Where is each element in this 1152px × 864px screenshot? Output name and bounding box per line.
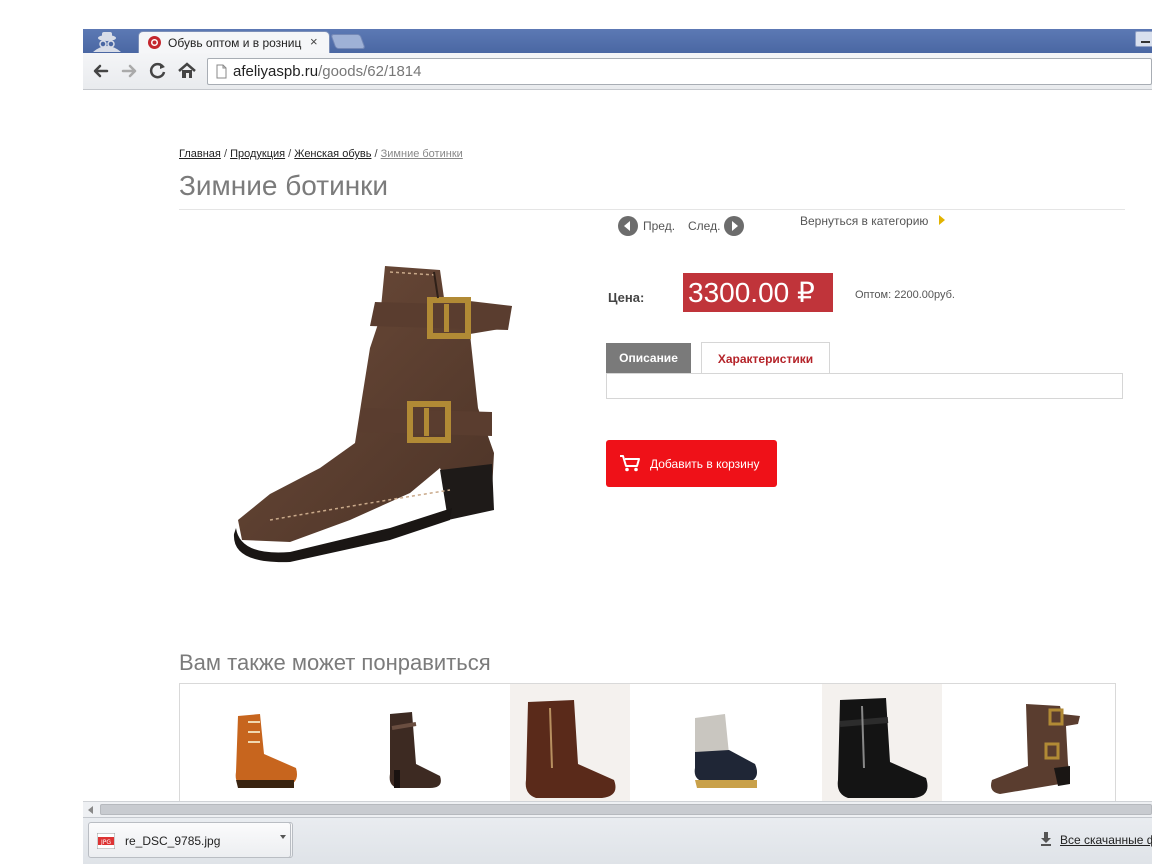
- prev-arrow-icon[interactable]: [618, 216, 638, 236]
- incognito-icon: [89, 30, 125, 52]
- add-to-cart-label: Добавить в корзину: [650, 457, 760, 471]
- horizontal-scrollbar[interactable]: [83, 801, 1152, 817]
- wholesale-price: Оптом: 2200.00руб.: [855, 289, 955, 301]
- product-image[interactable]: [230, 258, 520, 563]
- related-item-brown-leather-zip-boot[interactable]: [510, 684, 630, 804]
- related-item-navy-grey-lace-up-boot[interactable]: [665, 684, 785, 804]
- breadcrumb-separator: /: [374, 148, 378, 160]
- browser-tab-active[interactable]: Обувь оптом и в розниц ×: [138, 31, 330, 53]
- home-icon[interactable]: [177, 61, 197, 81]
- url-path: /goods/62/1814: [318, 63, 422, 80]
- scroll-left-arrow-icon[interactable]: [88, 806, 93, 814]
- next-link[interactable]: След.: [688, 219, 720, 233]
- cart-icon: [619, 454, 641, 472]
- reload-icon[interactable]: [148, 61, 168, 81]
- back-arrow-icon[interactable]: [91, 61, 111, 81]
- jpg-badge-text: JPG: [100, 839, 111, 846]
- related-item-brown-buckle-boot[interactable]: [980, 684, 1100, 804]
- back-to-category-arrow-icon[interactable]: [939, 215, 945, 225]
- download-bar: JPG re_DSC_9785.jpg Все скачанные ф: [83, 817, 1152, 864]
- all-downloads-link[interactable]: Все скачанные ф: [1060, 833, 1152, 847]
- tab-close-icon[interactable]: ×: [310, 34, 318, 49]
- tab-title: Обувь оптом и в розниц: [168, 36, 302, 50]
- page-icon: [216, 64, 227, 79]
- related-title: Вам также может понравиться: [179, 650, 491, 675]
- price-value: 3300.00 ₽: [683, 273, 833, 312]
- address-bar[interactable]: afeliyaspb.ru/goods/62/1814: [207, 58, 1152, 85]
- url-host: afeliyaspb.ru: [233, 63, 319, 80]
- tab-characteristics[interactable]: Характеристики: [701, 342, 830, 375]
- download-menu-button[interactable]: [274, 822, 291, 858]
- price-label: Цена:: [608, 290, 645, 305]
- breadcrumb-separator: /: [223, 148, 227, 160]
- back-to-category-link[interactable]: Вернуться в категорию: [800, 214, 928, 228]
- title-divider: [179, 209, 1125, 210]
- related-item-dark-brown-ankle-boot[interactable]: [354, 684, 474, 804]
- related-item-black-leather-zip-boot[interactable]: [822, 684, 942, 804]
- breadcrumb-link-womens-shoes[interactable]: Женская обувь: [294, 148, 371, 160]
- jpg-file-icon: JPG: [96, 832, 116, 850]
- url-text: afeliyaspb.ru/goods/62/1814: [233, 63, 422, 80]
- download-file-name: re_DSC_9785.jpg: [125, 834, 221, 848]
- tab-panel: [606, 373, 1123, 399]
- tab-description[interactable]: Описание: [606, 343, 691, 374]
- new-tab-button[interactable]: [330, 34, 366, 49]
- currency-symbol: ₽: [797, 277, 815, 308]
- download-arrow-icon: [1040, 832, 1052, 846]
- prev-link[interactable]: Пред.: [643, 219, 675, 233]
- scrollbar-thumb[interactable]: [100, 804, 1152, 815]
- desktop: Обувь оптом и в розниц × afeliyaspb.ru/g…: [0, 0, 1152, 864]
- forward-arrow-icon[interactable]: [119, 61, 139, 81]
- browser-toolbar: afeliyaspb.ru/goods/62/1814: [83, 53, 1152, 90]
- download-item[interactable]: JPG re_DSC_9785.jpg: [88, 822, 293, 858]
- add-to-cart-button[interactable]: Добавить в корзину: [606, 440, 777, 487]
- breadcrumb-separator: /: [288, 148, 292, 160]
- breadcrumb-link-products[interactable]: Продукция: [230, 148, 285, 160]
- related-item-orange-lace-up-boot[interactable]: [198, 684, 318, 804]
- favicon-icon: [147, 35, 162, 50]
- breadcrumb-current[interactable]: Зимние ботинки: [381, 148, 463, 160]
- price-amount: 3300.00: [688, 277, 790, 308]
- chevron-down-icon: [280, 835, 286, 839]
- page-title: Зимние ботинки: [179, 170, 389, 201]
- next-arrow-icon[interactable]: [724, 216, 744, 236]
- minimize-button[interactable]: [1135, 31, 1152, 47]
- breadcrumb-link-home[interactable]: Главная: [179, 148, 221, 160]
- breadcrumb: Главная / Продукция / Женская обувь / Зи…: [179, 148, 463, 160]
- related-products: [179, 683, 1116, 808]
- browser-tab-bar: Обувь оптом и в розниц ×: [83, 29, 1152, 53]
